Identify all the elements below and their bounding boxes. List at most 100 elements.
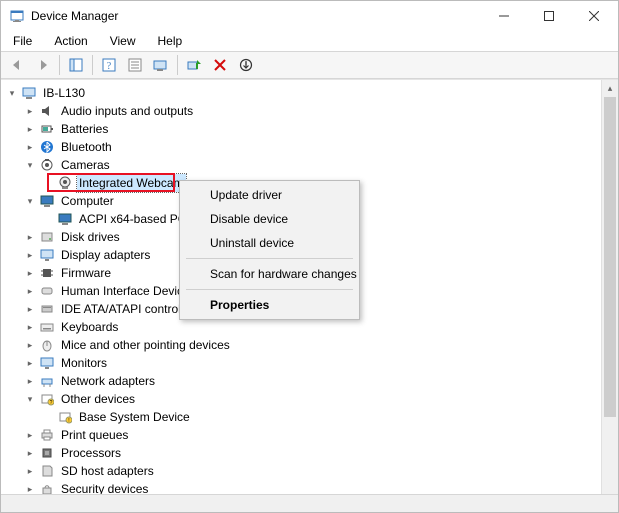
spacer [41, 410, 55, 424]
maximize-button[interactable] [526, 2, 571, 30]
collapse-icon[interactable]: ▾ [23, 158, 37, 172]
tree-item-batteries[interactable]: ▸ Batteries [3, 120, 601, 138]
tree-item-processors[interactable]: ▸ Processors [3, 444, 601, 462]
title-bar: Device Manager [1, 1, 618, 31]
expand-icon[interactable]: ▸ [23, 140, 37, 154]
menu-view[interactable]: View [102, 33, 144, 49]
printer-icon [39, 427, 55, 443]
app-icon [9, 8, 25, 24]
tree-label: ACPI x64-based PC [77, 210, 188, 228]
tree-item-base-system-device[interactable]: ! Base System Device [3, 408, 601, 426]
menu-scan-hardware[interactable]: Scan for hardware changes [182, 262, 357, 286]
expand-icon[interactable]: ▸ [23, 320, 37, 334]
back-button[interactable] [5, 54, 29, 76]
tree-label: Display adapters [59, 246, 152, 264]
tree-item-keyboards[interactable]: ▸ Keyboards [3, 318, 601, 336]
tree-label: Processors [59, 444, 123, 462]
tree-label: Cameras [59, 156, 112, 174]
tree-item-other-devices[interactable]: ▾ ? Other devices [3, 390, 601, 408]
collapse-icon[interactable]: ▾ [23, 194, 37, 208]
toolbar-separator [59, 55, 60, 75]
show-hide-tree-button[interactable] [64, 54, 88, 76]
scroll-up-button[interactable]: ▴ [602, 80, 618, 97]
tree-item-network[interactable]: ▸ Network adapters [3, 372, 601, 390]
menu-help[interactable]: Help [150, 33, 191, 49]
tree-label: Bluetooth [59, 138, 114, 156]
help-button[interactable]: ? [97, 54, 121, 76]
expand-icon[interactable]: ▸ [23, 446, 37, 460]
tree-item-bluetooth[interactable]: ▸ Bluetooth [3, 138, 601, 156]
other-devices-icon: ? [39, 391, 55, 407]
vertical-scrollbar[interactable]: ▴ ▾ [601, 80, 618, 512]
unknown-device-icon: ! [57, 409, 73, 425]
device-tree[interactable]: ▾ IB-L130 ▸ Audio inputs and outputs ▸ B… [1, 80, 601, 512]
menu-uninstall-device[interactable]: Uninstall device [182, 231, 357, 255]
computer-icon [21, 85, 37, 101]
tree-item-print-queues[interactable]: ▸ Print queues [3, 426, 601, 444]
window-controls [481, 2, 616, 30]
expand-icon[interactable]: ▸ [23, 428, 37, 442]
disable-device-button[interactable] [234, 54, 258, 76]
tree-label: Human Interface Device [59, 282, 192, 300]
expand-icon[interactable]: ▸ [23, 356, 37, 370]
expand-icon[interactable]: ▸ [23, 122, 37, 136]
collapse-icon[interactable]: ▾ [23, 392, 37, 406]
keyboard-icon [39, 319, 55, 335]
expand-icon[interactable]: ▸ [23, 248, 37, 262]
tree-label: Disk drives [59, 228, 122, 246]
update-driver-button[interactable] [149, 54, 173, 76]
scroll-thumb[interactable] [604, 97, 616, 417]
close-button[interactable] [571, 2, 616, 30]
mouse-icon [39, 337, 55, 353]
collapse-icon[interactable]: ▾ [5, 86, 19, 100]
properties-button[interactable] [123, 54, 147, 76]
bluetooth-icon [39, 139, 55, 155]
network-icon [39, 373, 55, 389]
tree-label: SD host adapters [59, 462, 156, 480]
expand-icon[interactable]: ▸ [23, 230, 37, 244]
tree-root[interactable]: ▾ IB-L130 [3, 84, 601, 102]
forward-button[interactable] [31, 54, 55, 76]
tree-item-sd-host[interactable]: ▸ SD host adapters [3, 462, 601, 480]
menu-bar: File Action View Help [1, 31, 618, 51]
disk-icon [39, 229, 55, 245]
uninstall-device-button[interactable] [208, 54, 232, 76]
tree-item-audio[interactable]: ▸ Audio inputs and outputs [3, 102, 601, 120]
expand-icon[interactable]: ▸ [23, 464, 37, 478]
speaker-icon [39, 103, 55, 119]
menu-action[interactable]: Action [46, 33, 95, 49]
tree-label: Monitors [59, 354, 109, 372]
tree-label: Audio inputs and outputs [59, 102, 195, 120]
tree-item-cameras[interactable]: ▾ Cameras [3, 156, 601, 174]
toolbar: ? [1, 51, 618, 79]
sd-icon [39, 463, 55, 479]
expand-icon[interactable]: ▸ [23, 374, 37, 388]
tree-label: IB-L130 [41, 84, 87, 102]
expand-icon[interactable]: ▸ [23, 284, 37, 298]
svg-text:?: ? [107, 61, 112, 72]
tree-label: IDE ATA/ATAPI controller [59, 300, 196, 318]
expand-icon[interactable]: ▸ [23, 338, 37, 352]
menu-properties[interactable]: Properties [182, 293, 357, 317]
expand-icon[interactable]: ▸ [23, 266, 37, 280]
scan-hardware-button[interactable] [182, 54, 206, 76]
menu-file[interactable]: File [5, 33, 40, 49]
tree-label: Batteries [59, 120, 110, 138]
chip-icon [39, 265, 55, 281]
scroll-track[interactable] [602, 97, 618, 495]
ide-icon [39, 301, 55, 317]
tree-label: Other devices [59, 390, 137, 408]
tree-item-mice[interactable]: ▸ Mice and other pointing devices [3, 336, 601, 354]
tree-label: Base System Device [77, 408, 192, 426]
tree-label: Mice and other pointing devices [59, 336, 232, 354]
toolbar-separator [92, 55, 93, 75]
tree-label: Integrated Webcam [77, 174, 186, 192]
battery-icon [39, 121, 55, 137]
expand-icon[interactable]: ▸ [23, 302, 37, 316]
tree-item-monitors[interactable]: ▸ Monitors [3, 354, 601, 372]
expand-icon[interactable]: ▸ [23, 104, 37, 118]
tree-label: Keyboards [59, 318, 120, 336]
menu-disable-device[interactable]: Disable device [182, 207, 357, 231]
minimize-button[interactable] [481, 2, 526, 30]
menu-update-driver[interactable]: Update driver [182, 183, 357, 207]
